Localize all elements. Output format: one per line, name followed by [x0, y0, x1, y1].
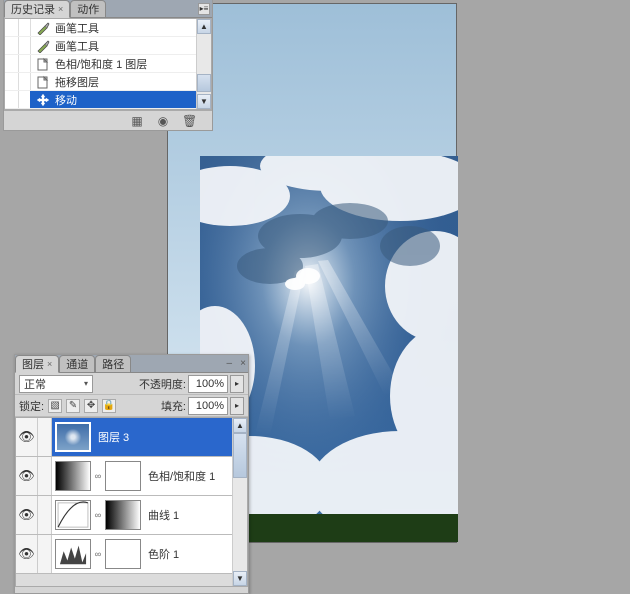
close-icon[interactable]: ×	[240, 358, 246, 369]
lock-all-icon[interactable]: 🔒	[102, 399, 116, 413]
scroll-down-icon[interactable]: ▼	[197, 94, 211, 109]
layer-link-gutter[interactable]	[38, 418, 52, 456]
layer-label: 图层 3	[98, 429, 129, 445]
scrollbar[interactable]: ▲ ▼	[232, 418, 247, 586]
history-item-selected[interactable]: ▸ 移动	[5, 91, 211, 109]
scrollbar[interactable]: ▲ ▼	[196, 19, 211, 109]
visibility-icon[interactable]: 👁	[16, 535, 38, 573]
layer-row[interactable]: 👁 ∞ 色相/饱和度 1	[16, 457, 247, 496]
blend-row: 正常 ▾ 不透明度: 100% ▸	[15, 373, 248, 395]
move-icon	[35, 92, 51, 108]
tab-actions-label: 动作	[77, 1, 99, 17]
panel-menu-icon[interactable]: ▸≡	[198, 3, 210, 15]
lock-pixels-icon[interactable]: ✎	[66, 399, 80, 413]
scroll-up-icon[interactable]: ▲	[233, 418, 247, 433]
tab-history[interactable]: 历史记录 ×	[4, 0, 70, 18]
chain-icon: ∞	[94, 508, 102, 522]
tab-paths[interactable]: 路径	[95, 355, 131, 373]
visibility-icon[interactable]: 👁	[16, 496, 38, 534]
layer-link-gutter[interactable]	[38, 535, 52, 573]
layer-thumbnail[interactable]	[55, 539, 91, 569]
history-item[interactable]: 画笔工具	[5, 37, 211, 55]
layer-link-gutter[interactable]	[38, 457, 52, 495]
brush-icon	[35, 20, 51, 36]
new-doc-icon[interactable]: ▦	[130, 114, 144, 128]
fill-input[interactable]: 100%	[188, 397, 228, 415]
tab-layers-label: 图层	[22, 356, 44, 372]
history-item-label: 拖移图层	[55, 74, 99, 90]
history-tabs: 历史记录 × 动作 ▸≡	[4, 0, 212, 18]
history-item[interactable]: 色相/饱和度 1 图层	[5, 55, 211, 73]
blend-mode-value: 正常	[24, 376, 46, 392]
history-item[interactable]: 画笔工具	[5, 19, 211, 37]
chain-icon: ∞	[94, 469, 102, 483]
scroll-up-icon[interactable]: ▲	[197, 19, 211, 34]
layers-list: 👁 图层 3 👁 ∞ 色相/饱和度 1 👁 ∞ 曲线 1 👁 ∞	[15, 417, 248, 587]
opacity-label: 不透明度:	[139, 376, 186, 392]
layer-mask-thumbnail[interactable]	[105, 539, 141, 569]
lock-row: 锁定: ▧ ✎ ✥ 🔒 填充: 100% ▸	[15, 395, 248, 417]
lock-position-icon[interactable]: ✥	[84, 399, 98, 413]
opacity-input[interactable]: 100%	[188, 375, 228, 393]
snapshot-icon[interactable]: ◉	[156, 114, 170, 128]
tab-channels-label: 通道	[66, 356, 88, 372]
chevron-down-icon: ▾	[84, 379, 88, 388]
tab-channels[interactable]: 通道	[59, 355, 95, 373]
layer-label: 曲线 1	[148, 507, 179, 523]
tab-history-label: 历史记录	[11, 1, 55, 17]
history-item-label: 色相/饱和度 1 图层	[55, 56, 147, 72]
history-item-label: 移动	[55, 92, 77, 108]
visibility-icon[interactable]: 👁	[16, 418, 38, 456]
history-panel: 历史记录 × 动作 ▸≡ 画笔工具 画笔工具 色相/饱和度 1 图层 拖移图层	[3, 0, 213, 131]
blend-mode-select[interactable]: 正常 ▾	[19, 375, 93, 393]
scroll-thumb[interactable]	[197, 74, 211, 92]
new-layer-icon	[35, 74, 51, 90]
scroll-down-icon[interactable]: ▼	[233, 571, 247, 586]
tab-layers[interactable]: 图层 ×	[15, 355, 59, 373]
layer-mask-thumbnail[interactable]	[105, 461, 141, 491]
layer-mask-thumbnail[interactable]	[105, 500, 141, 530]
history-item-label: 画笔工具	[55, 20, 99, 36]
brush-icon	[35, 38, 51, 54]
trash-icon[interactable]: 🗑	[182, 114, 196, 128]
opacity-value: 100%	[196, 378, 224, 390]
layer-thumbnail[interactable]	[55, 500, 91, 530]
history-item[interactable]: 拖移图层	[5, 73, 211, 91]
layer-row[interactable]: 👁 ∞ 色阶 1	[16, 535, 247, 574]
tab-actions[interactable]: 动作	[70, 0, 106, 18]
close-icon[interactable]: ×	[58, 4, 63, 14]
fill-value: 100%	[196, 400, 224, 412]
scroll-thumb[interactable]	[233, 433, 247, 478]
lock-transparency-icon[interactable]: ▧	[48, 399, 62, 413]
layers-tabs: 图层 × 通道 路径	[15, 355, 248, 373]
new-layer-icon	[35, 56, 51, 72]
opacity-flyout-icon[interactable]: ▸	[230, 375, 244, 393]
lock-label: 锁定:	[19, 398, 44, 414]
minimize-icon[interactable]: –	[226, 358, 232, 369]
history-list: 画笔工具 画笔工具 色相/饱和度 1 图层 拖移图层 ▸ 移动 ▲ ▼	[4, 18, 212, 110]
history-item-label: 画笔工具	[55, 38, 99, 54]
layer-label: 色相/饱和度 1	[148, 468, 215, 484]
layer-row-selected[interactable]: 👁 图层 3	[16, 418, 247, 457]
layer-row[interactable]: 👁 ∞ 曲线 1	[16, 496, 247, 535]
chain-icon: ∞	[94, 547, 102, 561]
layer-link-gutter[interactable]	[38, 496, 52, 534]
layer-label: 色阶 1	[148, 546, 179, 562]
tab-paths-label: 路径	[102, 356, 124, 372]
visibility-icon[interactable]: 👁	[16, 457, 38, 495]
layer-thumbnail[interactable]	[55, 422, 91, 452]
fill-flyout-icon[interactable]: ▸	[230, 397, 244, 415]
history-footer: ▦ ◉ 🗑	[4, 110, 212, 130]
layer-thumbnail[interactable]	[55, 461, 91, 491]
layers-panel: – × 图层 × 通道 路径 正常 ▾ 不透明度: 100% ▸ 锁定: ▧ ✎…	[14, 354, 249, 594]
close-icon[interactable]: ×	[47, 359, 52, 369]
fill-label: 填充:	[161, 398, 186, 414]
